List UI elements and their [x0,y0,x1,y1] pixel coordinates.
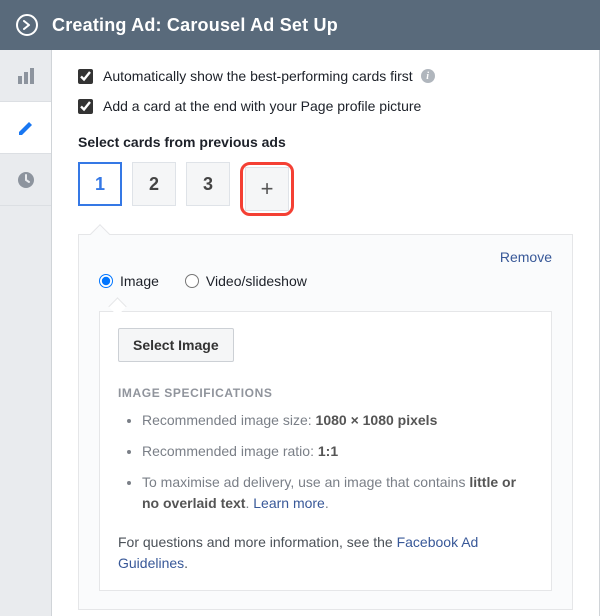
section-label-select-cards: Select cards from previous ads [78,134,573,150]
checkbox-end-card[interactable]: Add a card at the end with your Page pro… [78,98,573,114]
spec-value: 1:1 [318,443,338,459]
chevron-right-circle-icon[interactable] [16,14,38,36]
checkbox-input[interactable] [78,99,93,114]
body: Automatically show the best-performing c… [0,50,600,616]
radio-input[interactable] [185,274,199,288]
plus-icon: + [261,176,274,202]
card-tab-3[interactable]: 3 [186,162,230,206]
checkbox-label: Automatically show the best-performing c… [103,68,413,84]
sidebar [0,50,52,616]
spec-item-ratio: Recommended image ratio: 1:1 [142,441,533,462]
main-content: Automatically show the best-performing c… [52,50,599,616]
highlight-add-card: + [240,162,294,216]
spec-text: To maximise ad delivery, use an image th… [142,474,469,490]
header-bar: Creating Ad: Carousel Ad Set Up [0,0,600,50]
bar-chart-icon [16,66,36,86]
page-title: Creating Ad: Carousel Ad Set Up [52,15,338,36]
spec-text: Recommended image size: [142,412,316,428]
sidebar-item-edit[interactable] [0,102,51,154]
footer-note: For questions and more information, see … [118,532,533,574]
footer-text: . [184,555,188,571]
spec-value: 1080 × 1080 pixels [316,412,438,428]
sidebar-item-history[interactable] [0,154,51,206]
radio-label: Video/slideshow [206,273,307,289]
radio-input[interactable] [99,274,113,288]
spec-heading: IMAGE SPECIFICATIONS [118,386,533,400]
checkbox-best-performing[interactable]: Automatically show the best-performing c… [78,68,573,84]
panel-pointer [90,224,110,244]
checkbox-input[interactable] [78,69,93,84]
image-settings: Select Image IMAGE SPECIFICATIONS Recomm… [99,311,552,591]
card-tabs: 1 2 3 + [78,162,573,216]
spec-list: Recommended image size: 1080 × 1080 pixe… [118,410,533,514]
sidebar-item-analytics[interactable] [0,50,51,102]
spec-item-size: Recommended image size: 1080 × 1080 pixe… [142,410,533,431]
subpanel-pointer [99,301,552,311]
card-editor-panel: Remove Image Video/slideshow Select Imag… [78,234,573,610]
pencil-icon [17,119,35,137]
spec-item-overlay: To maximise ad delivery, use an image th… [142,472,533,514]
checkbox-label: Add a card at the end with your Page pro… [103,98,421,114]
media-type-group: Image Video/slideshow [99,273,552,289]
select-image-button[interactable]: Select Image [118,328,234,362]
card-tab-1[interactable]: 1 [78,162,122,206]
radio-video[interactable]: Video/slideshow [185,273,307,289]
radio-image[interactable]: Image [99,273,159,289]
radio-label: Image [120,273,159,289]
footer-text: For questions and more information, see … [118,534,397,550]
remove-card-link[interactable]: Remove [500,249,552,265]
learn-more-link[interactable]: Learn more [253,495,325,511]
spec-text: Recommended image ratio: [142,443,318,459]
card-tab-2[interactable]: 2 [132,162,176,206]
clock-icon [16,170,36,190]
add-card-button[interactable]: + [245,167,289,211]
info-icon[interactable]: i [421,69,435,83]
